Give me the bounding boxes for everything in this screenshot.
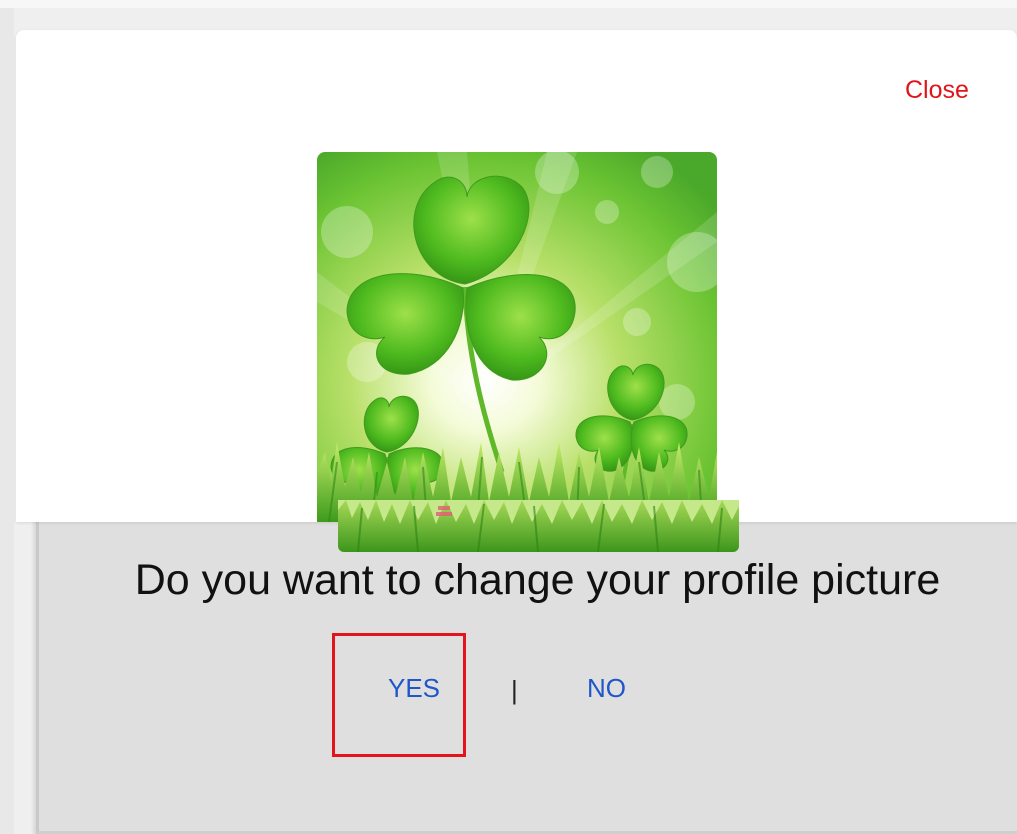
confirmation-question: Do you want to change your profile pictu… [134, 556, 941, 604]
clover-image [317, 152, 717, 522]
page-left-strip [0, 8, 14, 834]
yes-highlight-box [332, 633, 466, 757]
close-button[interactable]: Close [905, 76, 969, 105]
grass-image [338, 500, 739, 552]
page-top-strip [0, 0, 1017, 8]
profile-picture-fragment [338, 500, 739, 552]
options-separator: | [511, 675, 518, 705]
page: Close Do you want to change your profile… [0, 0, 1017, 834]
profile-picture-preview [317, 152, 717, 522]
answer-options: YES | NO [0, 673, 1017, 709]
no-button[interactable]: NO [587, 673, 626, 704]
